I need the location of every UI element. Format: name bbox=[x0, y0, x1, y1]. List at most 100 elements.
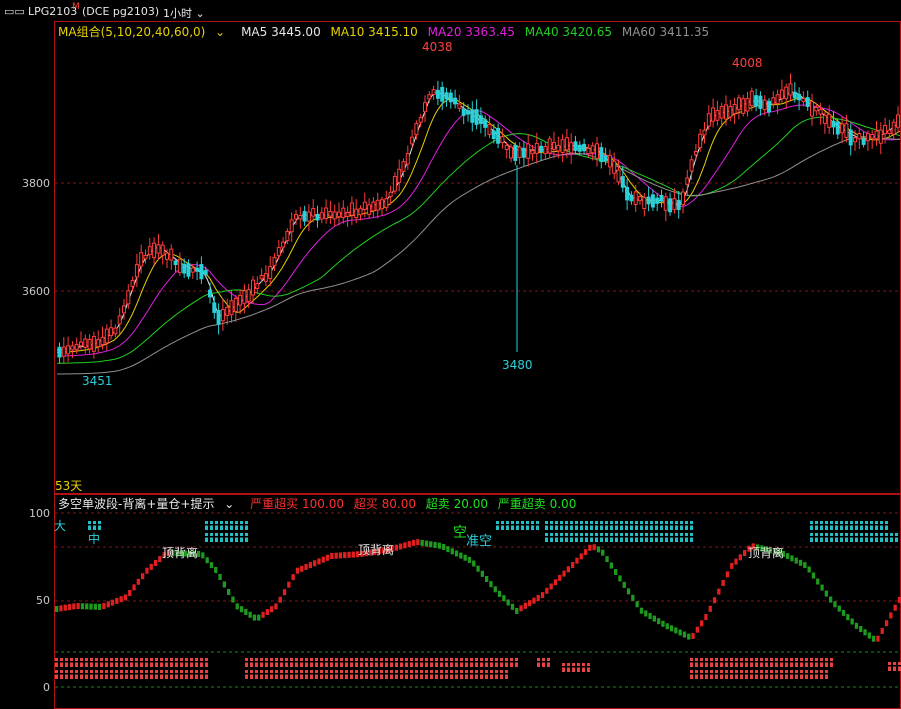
signal-glyph-bottom bbox=[759, 673, 764, 675]
signal-glyph-bottom bbox=[139, 673, 144, 675]
signal-glyph-bottom bbox=[54, 661, 59, 663]
signal-glyph-bottom bbox=[474, 661, 479, 663]
osc-bar bbox=[119, 596, 123, 603]
signal-glyph-bottom bbox=[541, 661, 546, 663]
signal-glyph-bottom bbox=[414, 673, 419, 675]
candle bbox=[474, 99, 479, 130]
osc-bar bbox=[338, 552, 343, 559]
signal-glyph-top bbox=[559, 536, 564, 538]
osc-bar bbox=[833, 601, 837, 608]
candle bbox=[706, 105, 711, 131]
signal-glyph-top bbox=[879, 536, 884, 538]
ma-line-4 bbox=[57, 136, 901, 375]
signal-glyph-bottom bbox=[749, 661, 754, 663]
candle bbox=[771, 91, 776, 109]
osc-bar bbox=[816, 578, 820, 585]
signal-glyph-bottom bbox=[114, 673, 119, 675]
signal-glyph-bottom bbox=[129, 661, 134, 663]
candle bbox=[663, 192, 668, 222]
candle bbox=[547, 135, 552, 159]
signal-glyph-bottom bbox=[109, 661, 114, 663]
signal-glyph-bottom bbox=[784, 673, 789, 675]
signal-glyph-bottom bbox=[149, 661, 154, 663]
signal-glyph-bottom bbox=[704, 661, 709, 663]
signal-glyph-bottom bbox=[799, 673, 804, 675]
ma-line-0 bbox=[56, 91, 901, 351]
signal-glyph-bottom bbox=[204, 661, 209, 663]
candle bbox=[625, 179, 630, 211]
osc-bar bbox=[669, 625, 674, 632]
candle bbox=[169, 244, 174, 270]
signal-glyph-bottom bbox=[694, 673, 699, 675]
days-count-label: 53天 bbox=[55, 479, 83, 493]
signal-glyph-bottom bbox=[324, 661, 329, 663]
signal-glyph-bottom bbox=[289, 661, 294, 663]
osc-bar bbox=[399, 543, 403, 550]
signal-glyph-bottom bbox=[264, 661, 269, 663]
signal-glyph-top bbox=[579, 536, 584, 538]
candle bbox=[233, 294, 238, 323]
signal-glyph-bottom bbox=[561, 666, 566, 668]
candle bbox=[840, 116, 845, 144]
signal-glyph-top bbox=[224, 524, 229, 526]
signal-glyph-top bbox=[87, 524, 92, 526]
signal-glyph-bottom bbox=[454, 661, 459, 663]
signal-glyph-bottom bbox=[354, 661, 359, 663]
signal-glyph-bottom bbox=[84, 673, 89, 675]
osc-bar bbox=[515, 607, 519, 614]
signal-glyph-top bbox=[604, 524, 609, 526]
osc-bar bbox=[394, 544, 398, 551]
signal-glyph-top bbox=[624, 524, 629, 526]
signal-glyph-top bbox=[584, 524, 589, 526]
signal-glyph-top bbox=[609, 524, 614, 526]
signal-glyph-bottom bbox=[124, 673, 129, 675]
signal-glyph-top bbox=[544, 524, 549, 526]
osc-bar bbox=[502, 595, 506, 602]
ma-group-selector[interactable]: MA组合(5,10,20,40,60,0) ⌄ bbox=[58, 25, 231, 39]
osc-bar bbox=[231, 596, 235, 603]
candle bbox=[367, 198, 372, 219]
candle bbox=[693, 143, 698, 161]
signal-glyph-top bbox=[599, 524, 604, 526]
signal-glyph-bottom bbox=[174, 661, 179, 663]
signal-glyph-top bbox=[634, 524, 639, 526]
signal-glyph-bottom bbox=[339, 673, 344, 675]
signal-glyph-top bbox=[659, 536, 664, 538]
osc-bar bbox=[652, 615, 656, 622]
signal-glyph-bottom bbox=[319, 661, 324, 663]
osc-bar bbox=[790, 555, 794, 562]
candle bbox=[444, 87, 449, 107]
signal-glyph-top bbox=[839, 536, 844, 538]
signal-glyph-bottom bbox=[334, 673, 339, 675]
candle bbox=[427, 91, 432, 103]
signal-glyph-bottom bbox=[759, 661, 764, 663]
signal-glyph-bottom bbox=[144, 673, 149, 675]
candle bbox=[521, 140, 526, 166]
price-tick-3600: 3600 bbox=[22, 285, 50, 298]
signal-glyph-bottom bbox=[734, 673, 739, 675]
indicator-selector[interactable]: 多空单波段-背离+量仓+提示 ⌄ bbox=[58, 497, 240, 511]
signal-glyph-bottom bbox=[897, 665, 901, 667]
signal-glyph-top bbox=[649, 536, 654, 538]
osc-bar bbox=[89, 603, 93, 610]
signal-glyph-bottom bbox=[269, 673, 274, 675]
signal-glyph-bottom bbox=[819, 673, 824, 675]
osc-bar bbox=[489, 581, 493, 588]
signal-glyph-top bbox=[614, 524, 619, 526]
candle bbox=[582, 138, 587, 155]
signal-glyph-bottom bbox=[694, 661, 699, 663]
candle bbox=[289, 212, 294, 242]
osc-bar bbox=[738, 554, 742, 561]
signal-glyph-bottom bbox=[479, 661, 484, 663]
osc-bar bbox=[528, 600, 532, 607]
signal-glyph-bottom bbox=[439, 661, 444, 663]
osc-bar bbox=[72, 603, 76, 610]
candle bbox=[397, 159, 402, 192]
signal-glyph-top bbox=[495, 524, 500, 526]
candle bbox=[543, 141, 548, 160]
signal-glyph-bottom bbox=[754, 673, 759, 675]
signal-glyph-bottom bbox=[892, 665, 897, 667]
osc-bar bbox=[730, 562, 734, 569]
signal-glyph-bottom bbox=[744, 661, 749, 663]
signal-glyph-bottom bbox=[809, 673, 814, 675]
